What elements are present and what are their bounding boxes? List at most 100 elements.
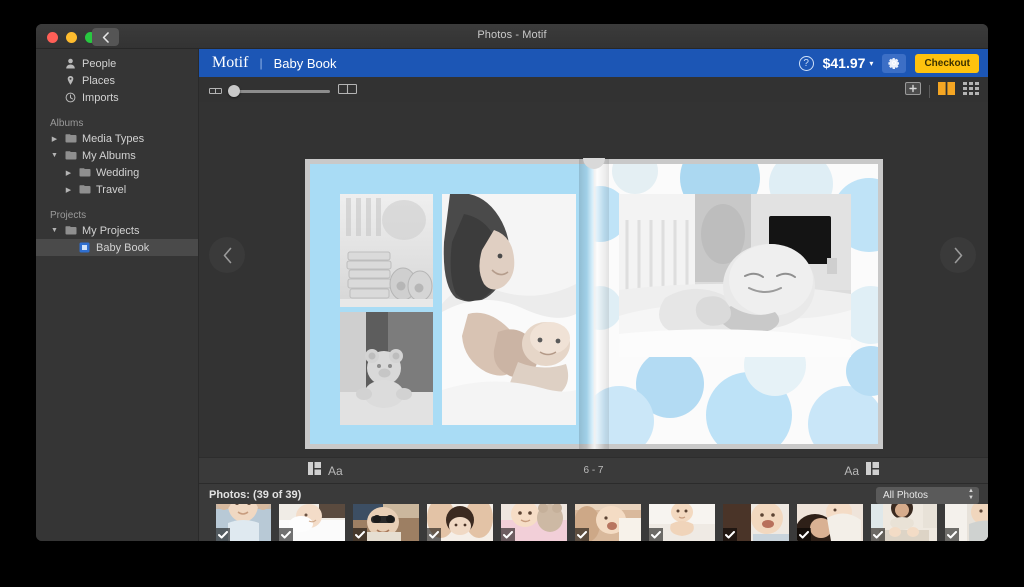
baby-bath-photo[interactable] bbox=[216, 504, 271, 541]
book-spine bbox=[579, 159, 609, 449]
baby-glasses-photo[interactable] bbox=[353, 504, 419, 541]
photo-checkmark-badge[interactable] bbox=[945, 528, 959, 541]
gear-icon bbox=[888, 58, 900, 69]
motif-document-name: Baby Book bbox=[273, 55, 337, 71]
baby-shoulder-photo[interactable] bbox=[945, 504, 988, 541]
photo-checkmark-badge[interactable] bbox=[501, 528, 515, 541]
grid-view-icon[interactable] bbox=[963, 82, 979, 100]
sidebar-item-travel[interactable]: ▶ Travel bbox=[36, 181, 198, 198]
sidebar-item-people[interactable]: ▶ People bbox=[36, 55, 198, 72]
sidebar-item-label: Places bbox=[82, 74, 116, 87]
previous-page-button[interactable] bbox=[209, 237, 245, 273]
disclosure-expanded-icon[interactable]: ▼ bbox=[50, 227, 59, 234]
photo-checkmark-badge[interactable] bbox=[427, 528, 441, 541]
motif-separator: | bbox=[259, 56, 263, 70]
motif-logo: Motif bbox=[212, 54, 249, 71]
sidebar-item-imports[interactable]: ▶ Imports bbox=[36, 89, 198, 106]
photo-checkmark-badge[interactable] bbox=[353, 528, 367, 541]
teddy-bear-photo[interactable] bbox=[340, 312, 433, 425]
chevron-down-icon: ▾ bbox=[869, 58, 874, 68]
photo-checkmark-badge[interactable] bbox=[871, 528, 885, 541]
folder-icon bbox=[64, 149, 77, 162]
photos-panel: Photos: (39 of 39) All Photos ▲ ▼ bbox=[199, 484, 988, 541]
photo-checkmark-badge[interactable] bbox=[216, 528, 230, 541]
clock-icon bbox=[64, 91, 77, 104]
baby-yawn-photo[interactable] bbox=[575, 504, 641, 541]
page-range-label: 6 - 7 bbox=[583, 465, 604, 476]
sidebar-item-my-projects[interactable]: ▼ My Projects bbox=[36, 222, 198, 239]
sidebar-item-wedding[interactable]: ▶ Wedding bbox=[36, 164, 198, 181]
zoom-slider[interactable] bbox=[228, 85, 330, 97]
view-toolbar bbox=[199, 77, 988, 102]
motif-toolbar: Motif | Baby Book ? $41.97 ▾ Checkout bbox=[199, 49, 988, 77]
book-right-page[interactable] bbox=[594, 159, 883, 449]
sidebar-item-places[interactable]: ▶ Places bbox=[36, 72, 198, 89]
sidebar-group-projects: Projects bbox=[50, 210, 87, 221]
photos-app-window: Photos - Motif ▶ People ▶ Places ▶ bbox=[36, 24, 988, 541]
double-spread-icon[interactable] bbox=[337, 82, 358, 100]
sidebar-item-label: Baby Book bbox=[96, 241, 150, 254]
photo-checkmark-badge[interactable] bbox=[723, 528, 737, 541]
stepper-chevrons-icon: ▲ ▼ bbox=[968, 488, 974, 501]
add-page-icon[interactable] bbox=[905, 82, 921, 100]
book-spread[interactable] bbox=[305, 158, 883, 449]
sidebar-item-label: My Albums bbox=[82, 149, 136, 162]
sidebar-item-label: Media Types bbox=[82, 132, 145, 145]
polka-dot-decor bbox=[612, 164, 658, 194]
photos-filter-value: All Photos bbox=[883, 490, 929, 501]
sidebar-item-label: Imports bbox=[82, 91, 119, 104]
photos-count-label: Photos: (39 of 39) bbox=[209, 489, 302, 501]
sidebar-item-my-albums[interactable]: ▼ My Albums bbox=[36, 147, 198, 164]
disclosure-expanded-icon[interactable]: ▼ bbox=[50, 152, 59, 159]
folded-clothes-booties-photo[interactable] bbox=[340, 194, 433, 307]
book-project-icon bbox=[78, 241, 91, 254]
settings-button[interactable] bbox=[882, 53, 907, 73]
mother-baby-photo[interactable] bbox=[797, 504, 863, 541]
help-icon[interactable]: ? bbox=[798, 55, 814, 71]
baby-sitting-photo[interactable] bbox=[649, 504, 715, 541]
spread-view-icon[interactable] bbox=[938, 82, 955, 100]
price-value: $41.97 bbox=[822, 55, 866, 71]
single-spread-icon[interactable] bbox=[209, 82, 222, 100]
sidebar-item-media-types[interactable]: ▶ Media Types bbox=[36, 130, 198, 147]
photo-checkmark-badge[interactable] bbox=[797, 528, 811, 541]
baby-hands-photo[interactable] bbox=[427, 504, 493, 541]
pin-icon bbox=[64, 74, 77, 87]
toolbar-divider bbox=[929, 84, 930, 98]
photo-checkmark-badge[interactable] bbox=[279, 528, 293, 541]
photos-filter-select[interactable]: All Photos ▲ ▼ bbox=[876, 487, 979, 504]
motif-actions: ? $41.97 ▾ Checkout bbox=[798, 53, 988, 73]
book-left-page[interactable] bbox=[305, 159, 594, 449]
view-mode-group bbox=[905, 82, 979, 100]
price-menu[interactable]: $41.97 ▾ bbox=[823, 55, 874, 71]
photos-strip-clip bbox=[199, 504, 988, 541]
baby-tummy-time-photo[interactable] bbox=[619, 194, 851, 357]
baby-teddy-photo[interactable] bbox=[501, 504, 567, 541]
next-page-button[interactable] bbox=[940, 237, 976, 273]
checkout-button[interactable]: Checkout bbox=[915, 53, 979, 73]
photos-strip[interactable] bbox=[199, 504, 988, 541]
main-area: Motif | Baby Book ? $41.97 ▾ Checkout Aa… bbox=[199, 49, 988, 541]
disclosure-collapsed-icon[interactable]: ▶ bbox=[64, 186, 73, 194]
sidebar-item-label: Wedding bbox=[96, 166, 140, 179]
baby-sleeping-blanket-photo[interactable] bbox=[279, 504, 345, 541]
zoom-slider-knob[interactable] bbox=[228, 85, 240, 97]
disclosure-collapsed-icon[interactable]: ▶ bbox=[50, 135, 59, 143]
photo-checkmark-badge[interactable] bbox=[575, 528, 589, 541]
folder-icon bbox=[64, 132, 77, 145]
folder-icon bbox=[78, 183, 91, 196]
photo-checkmark-badge[interactable] bbox=[649, 528, 663, 541]
sidebar-item-label: Travel bbox=[96, 183, 127, 196]
folder-icon bbox=[64, 224, 77, 237]
mother-baby-bed-photo[interactable] bbox=[442, 194, 576, 425]
sidebar-item-baby-book[interactable]: ▶ Baby Book bbox=[36, 239, 198, 256]
sidebar-item-label: People bbox=[82, 57, 117, 70]
folder-icon bbox=[78, 166, 91, 179]
baby-laughing-photo[interactable] bbox=[723, 504, 789, 541]
book-canvas bbox=[199, 102, 988, 457]
page-controls-bar: Aa 6 - 7 Aa bbox=[199, 457, 988, 484]
sidebar: ▶ People ▶ Places ▶ Imports A bbox=[36, 49, 199, 541]
disclosure-collapsed-icon[interactable]: ▶ bbox=[64, 169, 73, 177]
sidebar-group-albums: Albums bbox=[50, 118, 84, 129]
mother-twins-photo[interactable] bbox=[871, 504, 937, 541]
